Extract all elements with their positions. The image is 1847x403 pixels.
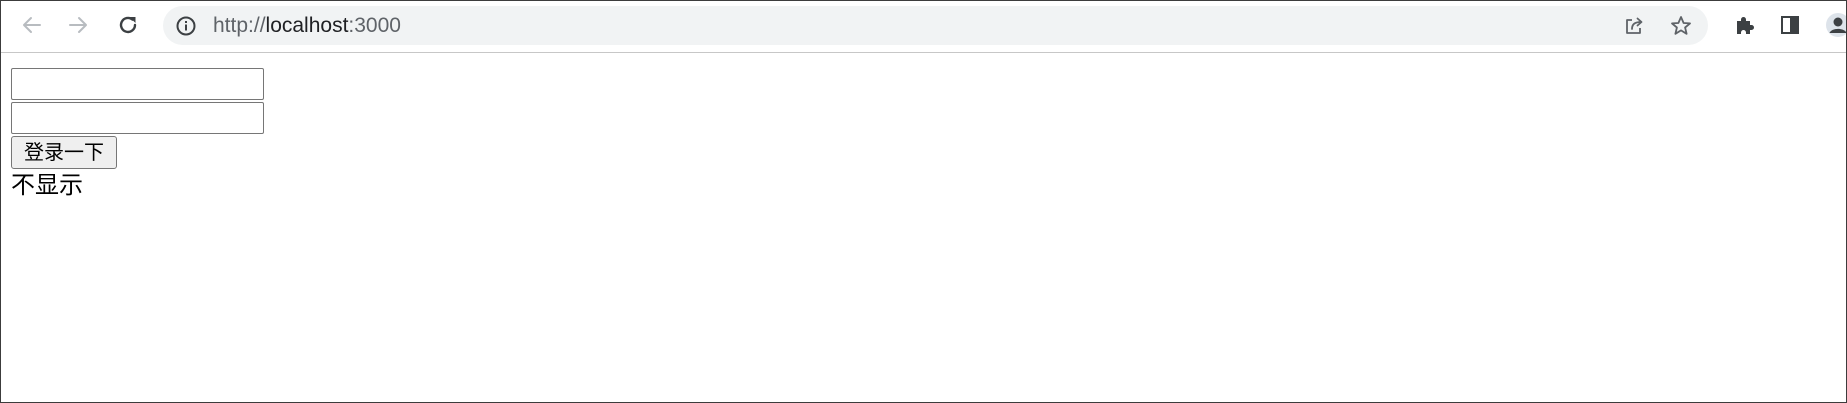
url-host: localhost (265, 14, 349, 37)
password-input[interactable] (11, 102, 264, 134)
address-bar[interactable]: http://localhost:3000 (163, 6, 1708, 45)
status-text: 不显示 (11, 171, 83, 199)
share-icon (1626, 17, 1643, 34)
browser-window: http://localhost:3000 登录一下 不显示 (0, 0, 1847, 403)
avatar-icon (1826, 13, 1846, 37)
browser-toolbar: http://localhost:3000 (1, 1, 1846, 53)
share-button[interactable] (1619, 11, 1649, 41)
bookmark-button[interactable] (1666, 11, 1696, 41)
url-text[interactable]: http://localhost:3000 (213, 6, 401, 45)
back-button[interactable] (17, 10, 47, 40)
login-form: 登录一下 不显示 (11, 68, 264, 200)
side-panel-icon (1781, 16, 1799, 34)
url-scheme: http:// (213, 14, 266, 37)
reload-icon (119, 16, 137, 34)
puzzle-icon (1737, 17, 1754, 34)
star-icon (1671, 16, 1691, 35)
side-panel-button[interactable] (1775, 10, 1805, 40)
reload-button[interactable] (113, 10, 143, 40)
username-input[interactable] (11, 68, 264, 100)
login-button[interactable]: 登录一下 (11, 136, 117, 169)
forward-button[interactable] (63, 10, 93, 40)
profile-button[interactable] (1823, 10, 1846, 40)
site-info-button[interactable] (175, 15, 197, 37)
page-content: 登录一下 不显示 (1, 53, 1846, 402)
extensions-button[interactable] (1729, 10, 1759, 40)
arrow-left-icon (23, 17, 41, 33)
url-port: :3000 (348, 14, 401, 37)
arrow-right-icon (69, 17, 87, 33)
info-circle-icon (176, 16, 196, 36)
